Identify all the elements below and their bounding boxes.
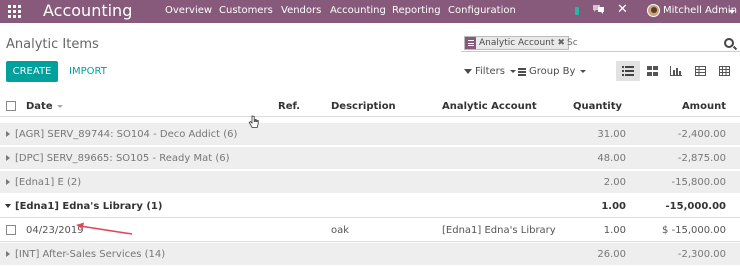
group-label: [INT] After-Sales Services (14) (15, 249, 166, 260)
group-quantity: 31.00 (597, 129, 626, 140)
facet-label: Analytic Account (479, 38, 555, 48)
group-quantity: 48.00 (597, 153, 626, 164)
sort-icon (56, 104, 63, 108)
select-all-checkbox[interactable] (6, 101, 16, 111)
user-menu-caret-icon[interactable] (729, 10, 735, 14)
search-bar: Analytic Account ✖ (461, 34, 740, 52)
funnel-icon (464, 69, 472, 74)
group-by-icon (518, 67, 526, 76)
grid-view-icon[interactable] (712, 61, 736, 81)
group-by-dropdown[interactable]: Group By (518, 66, 587, 77)
annotation-arrow-icon (76, 222, 133, 235)
column-header-date[interactable]: Date (26, 101, 63, 112)
cell-analytic-account: [Edna1] Edna's Library (442, 225, 556, 236)
top-navbar: Accounting Overview Customers Vendors Ac… (0, 0, 740, 23)
menu-reporting[interactable]: Reporting (392, 5, 441, 16)
expand-caret-icon (6, 251, 10, 257)
list-view-icon[interactable] (616, 61, 640, 81)
group-amount: -2,875.00 (677, 153, 726, 164)
group-quantity: 26.00 (597, 249, 626, 260)
mouse-cursor-icon (248, 115, 259, 128)
group-quantity: 2.00 (603, 177, 626, 188)
group-row-expanded[interactable]: [Edna1] Edna's Library (1) 1.00 -15,000.… (0, 195, 740, 218)
expand-caret-icon (6, 131, 10, 137)
cell-amount: $ -15,000.00 (661, 225, 726, 236)
search-icon[interactable] (724, 38, 734, 48)
group-label: [Edna1] E (2) (15, 177, 82, 188)
filter-tag-icon (465, 37, 476, 49)
user-name[interactable]: Mitchell Admin (663, 5, 737, 16)
group-row[interactable]: [INT] After-Sales Services (14) 26.00 -2… (0, 243, 740, 266)
debug-tools-icon[interactable]: ✕ (617, 2, 628, 17)
apps-menu-icon[interactable] (7, 4, 21, 18)
chat-icon[interactable] (592, 4, 605, 14)
expand-caret-icon (6, 155, 10, 161)
menu-overview[interactable]: Overview (165, 5, 212, 16)
menu-configuration[interactable]: Configuration (448, 5, 516, 16)
group-by-caret-icon (580, 70, 587, 73)
group-amount: -15,000.00 (665, 201, 726, 212)
filters-label: Filters (475, 66, 505, 77)
graph-view-icon[interactable] (664, 61, 688, 81)
column-header-analytic-account[interactable]: Analytic Account (442, 101, 537, 112)
cell-description: oak (331, 225, 350, 236)
group-amount: -15,800.00 (671, 177, 726, 188)
row-checkbox[interactable] (6, 225, 16, 235)
page-title: Analytic Items (6, 37, 99, 52)
group-label: [Edna1] Edna's Library (1) (15, 201, 163, 212)
create-button[interactable]: CREATE (6, 61, 58, 82)
column-header-ref[interactable]: Ref. (278, 101, 300, 112)
column-header-quantity[interactable]: Quantity (560, 101, 622, 112)
group-by-label: Group By (529, 66, 576, 77)
menu-customers[interactable]: Customers (219, 5, 273, 16)
expand-caret-icon (6, 179, 10, 185)
import-button[interactable]: IMPORT (63, 61, 113, 82)
group-amount: -2,400.00 (677, 129, 726, 140)
collapse-caret-icon (5, 204, 11, 208)
app-name[interactable]: Accounting (43, 1, 132, 20)
group-row[interactable]: [DPC] SERV_89665: SO105 - Ready Mat (6) … (0, 147, 740, 170)
group-row[interactable]: [AGR] SERV_89744: SO104 - Deco Addict (6… (0, 123, 740, 146)
menu-vendors[interactable]: Vendors (281, 5, 321, 16)
activity-indicator-icon[interactable] (575, 7, 579, 15)
group-amount: -2,300.00 (677, 249, 726, 260)
cell-quantity: 1.00 (603, 225, 626, 236)
pivot-view-icon[interactable] (688, 61, 712, 81)
filters-caret-icon (509, 70, 516, 73)
column-header-amount[interactable]: Amount (640, 101, 726, 112)
column-header-description[interactable]: Description (331, 101, 396, 112)
kanban-view-icon[interactable] (640, 61, 664, 81)
avatar[interactable] (647, 4, 660, 17)
group-label: [DPC] SERV_89665: SO105 - Ready Mat (6) (15, 153, 230, 164)
group-label: [AGR] SERV_89744: SO104 - Deco Addict (6… (15, 129, 238, 140)
menu-accounting[interactable]: Accounting (330, 5, 386, 16)
group-row[interactable]: [Edna1] E (2) 2.00 -15,800.00 (0, 171, 740, 194)
search-input[interactable] (567, 36, 717, 50)
filters-dropdown[interactable]: Filters (464, 66, 516, 77)
search-facet[interactable]: Analytic Account ✖ (464, 36, 569, 50)
table-header: Date Ref. Description Analytic Account Q… (0, 95, 740, 117)
group-quantity: 1.00 (601, 201, 626, 212)
view-switcher (616, 61, 736, 81)
